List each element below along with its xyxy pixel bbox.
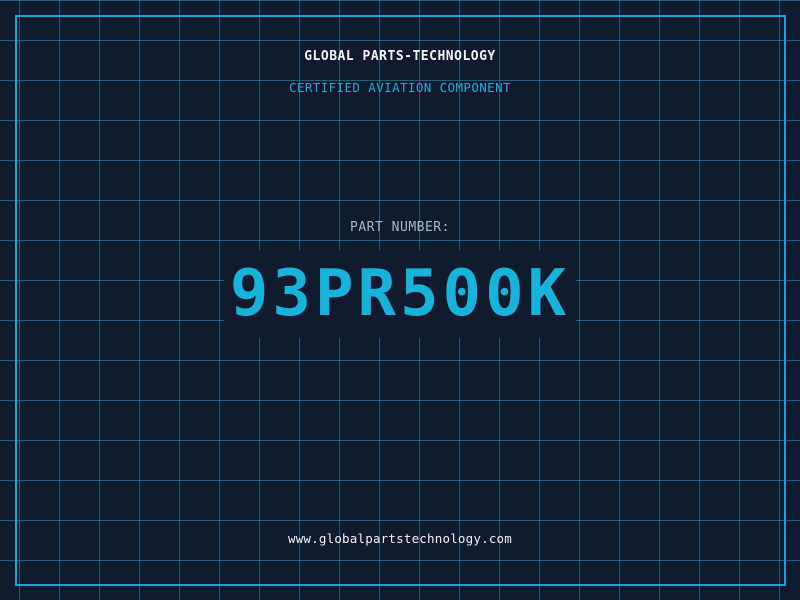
- part-number-label: PART NUMBER:: [350, 220, 450, 235]
- website-url: www.globalpartstechnology.com: [287, 531, 513, 546]
- part-number-display: 93PR500K: [0, 250, 800, 338]
- company-name: GLOBAL PARTS-TECHNOLOGY: [304, 49, 496, 64]
- certification-subtitle: CERTIFIED AVIATION COMPONENT: [289, 80, 511, 95]
- part-number-value: 93PR500K: [223, 250, 577, 338]
